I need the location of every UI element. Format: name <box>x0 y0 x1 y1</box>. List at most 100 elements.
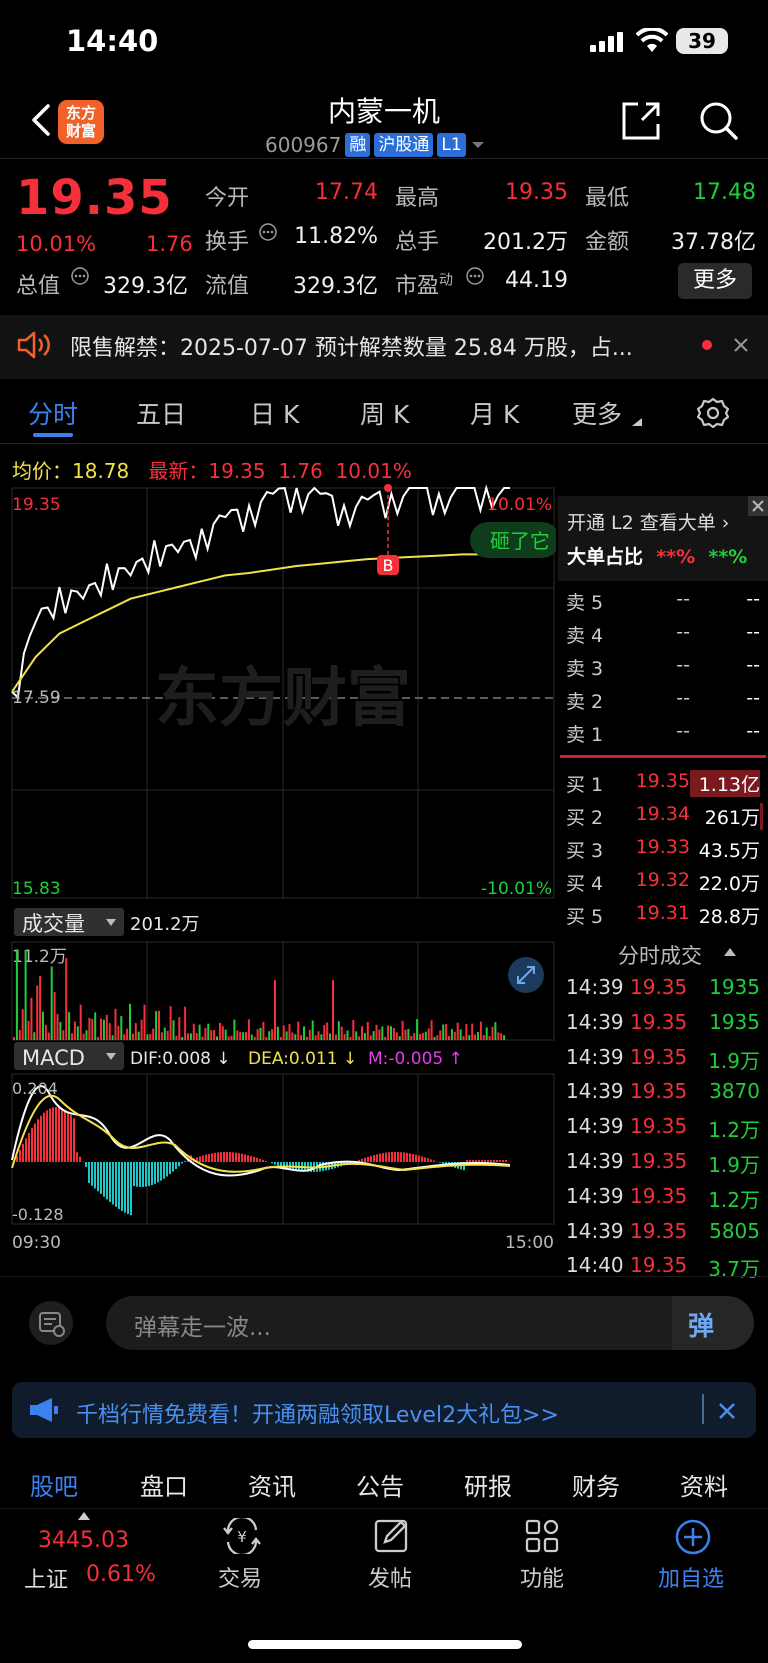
content-tab[interactable]: 盘口 <box>140 1467 188 1502</box>
volume-bar <box>477 1032 479 1040</box>
volume-bar <box>56 1013 59 1040</box>
volume-bar <box>352 1020 355 1040</box>
volume-bar <box>213 1030 216 1040</box>
volume-bar <box>21 1009 24 1040</box>
nav-add-watchlist[interactable]: 加自选 <box>658 1561 724 1593</box>
post-edit-icon[interactable] <box>373 1518 411 1554</box>
content-tab[interactable]: 公告 <box>356 1467 404 1502</box>
tab-five-day[interactable]: 五日 <box>136 395 186 431</box>
danmaku-settings-icon[interactable] <box>28 1300 74 1346</box>
nav-trade[interactable]: 交易 <box>218 1561 262 1593</box>
content-tab[interactable]: 资料 <box>680 1467 728 1502</box>
volume-bar <box>189 1033 192 1040</box>
volume-bar <box>404 1029 407 1040</box>
tick-time: 14:39 <box>566 1079 624 1104</box>
macd-bar <box>223 1152 225 1162</box>
search-icon[interactable] <box>698 100 740 142</box>
macd-bar <box>418 1155 420 1162</box>
order-book-price: -- <box>676 588 690 610</box>
nav-functions[interactable]: 功能 <box>520 1561 564 1593</box>
tag-level: L1 <box>437 133 466 157</box>
content-tab[interactable]: 研报 <box>464 1467 512 1502</box>
volume-bar <box>82 1033 85 1040</box>
macd-bar <box>430 1159 432 1162</box>
order-book-level: 买 5 <box>566 906 604 928</box>
share-icon[interactable] <box>620 100 662 142</box>
volume-bar <box>303 1026 305 1040</box>
danmaku-input[interactable]: 弹幕走一波... <box>134 1308 271 1342</box>
volume-bar <box>192 1023 195 1040</box>
volume-bar <box>433 1036 436 1040</box>
dropdown-caret-icon[interactable] <box>470 140 486 150</box>
tick-time: 14:39 <box>566 1183 624 1208</box>
danmaku-toggle-icon[interactable]: 弹 <box>688 1306 714 1343</box>
volume-bar <box>416 1019 419 1040</box>
settings-gear-icon[interactable] <box>697 397 729 429</box>
macd-bar <box>415 1154 417 1162</box>
volume-bar <box>143 1004 146 1040</box>
order-book-price: 19.33 <box>635 836 690 858</box>
label-amount: 金额 <box>585 230 630 255</box>
volume-bar <box>216 1036 218 1040</box>
speaker-icon <box>17 331 50 359</box>
divider <box>0 1508 768 1509</box>
volume-bar <box>27 1020 30 1040</box>
ticks-title[interactable]: 分时成交 <box>618 940 702 970</box>
info-icon[interactable] <box>258 222 278 242</box>
volume-bar <box>62 1030 65 1040</box>
tab-more[interactable]: 更多 <box>572 395 622 431</box>
divider <box>0 158 768 159</box>
order-book-volume: -- <box>746 654 760 676</box>
content-tab[interactable]: 股吧 <box>30 1467 78 1502</box>
macd-bar <box>421 1156 423 1162</box>
macd-bar <box>397 1152 399 1162</box>
volume-bar <box>308 1029 311 1040</box>
info-icon[interactable] <box>70 266 90 286</box>
tick-vol: 3870 <box>709 1079 760 1104</box>
content-tab[interactable]: 财务 <box>572 1467 620 1502</box>
volume-bar <box>326 1022 329 1040</box>
trade-icon[interactable]: ¥ <box>222 1518 262 1554</box>
macd-bar <box>100 1162 102 1195</box>
tick-price: 19.35 <box>630 1009 688 1034</box>
order-book-volume: 28.8万 <box>698 906 760 928</box>
order-book-price: -- <box>676 720 690 742</box>
macd-bar <box>181 1162 183 1164</box>
tab-daily-k[interactable]: 日 K <box>250 395 299 431</box>
macd-bar <box>406 1152 408 1162</box>
pct-axis-bottom: -10.01% <box>481 879 552 899</box>
volume-bar <box>372 1031 375 1040</box>
content-tab[interactable]: 资讯 <box>248 1467 296 1502</box>
tab-intraday[interactable]: 分时 <box>28 395 78 431</box>
nav-post[interactable]: 发帖 <box>368 1561 412 1593</box>
tab-monthly-k[interactable]: 月 K <box>470 395 519 431</box>
macd-bar <box>262 1159 264 1162</box>
order-book-level: 卖 4 <box>566 625 604 647</box>
volume-bar <box>419 1033 421 1040</box>
add-watchlist-icon[interactable] <box>674 1518 712 1556</box>
l2-promo-text[interactable]: 开通 L2 查看大单 › <box>567 508 729 535</box>
more-button[interactable]: 更多 <box>678 263 752 299</box>
index-name[interactable]: 上证 <box>24 1562 68 1594</box>
macd-bar <box>388 1152 390 1162</box>
volume-bar <box>276 1026 279 1040</box>
y-axis-bottom: 15.83 <box>12 879 61 899</box>
index-pct[interactable]: 0.61% <box>86 1562 156 1587</box>
promo-text[interactable]: 千档行情免费看！开通两融领取Level2大礼包>> <box>76 1397 559 1429</box>
functions-grid-icon[interactable] <box>524 1518 560 1554</box>
intraday-chart[interactable]: 东方财富 B 砸了它 19.35 17.59 15.83 10.01% -10.… <box>0 480 556 1270</box>
tab-active-indicator <box>33 433 73 437</box>
macd-bar <box>259 1158 261 1162</box>
tab-weekly-k[interactable]: 周 K <box>360 395 409 431</box>
close-icon[interactable] <box>733 337 749 353</box>
corner-caret-icon <box>632 418 642 426</box>
volume-bar <box>369 1035 372 1040</box>
volume-bar <box>85 1030 88 1040</box>
macd-top-label: 0.204 <box>12 1079 58 1098</box>
index-value[interactable]: 3445.03 <box>38 1528 129 1553</box>
volume-bar <box>123 1034 126 1040</box>
macd-bar <box>109 1162 111 1203</box>
close-icon[interactable] <box>748 496 768 516</box>
close-icon[interactable] <box>718 1402 736 1420</box>
volume-bar <box>268 1031 271 1040</box>
